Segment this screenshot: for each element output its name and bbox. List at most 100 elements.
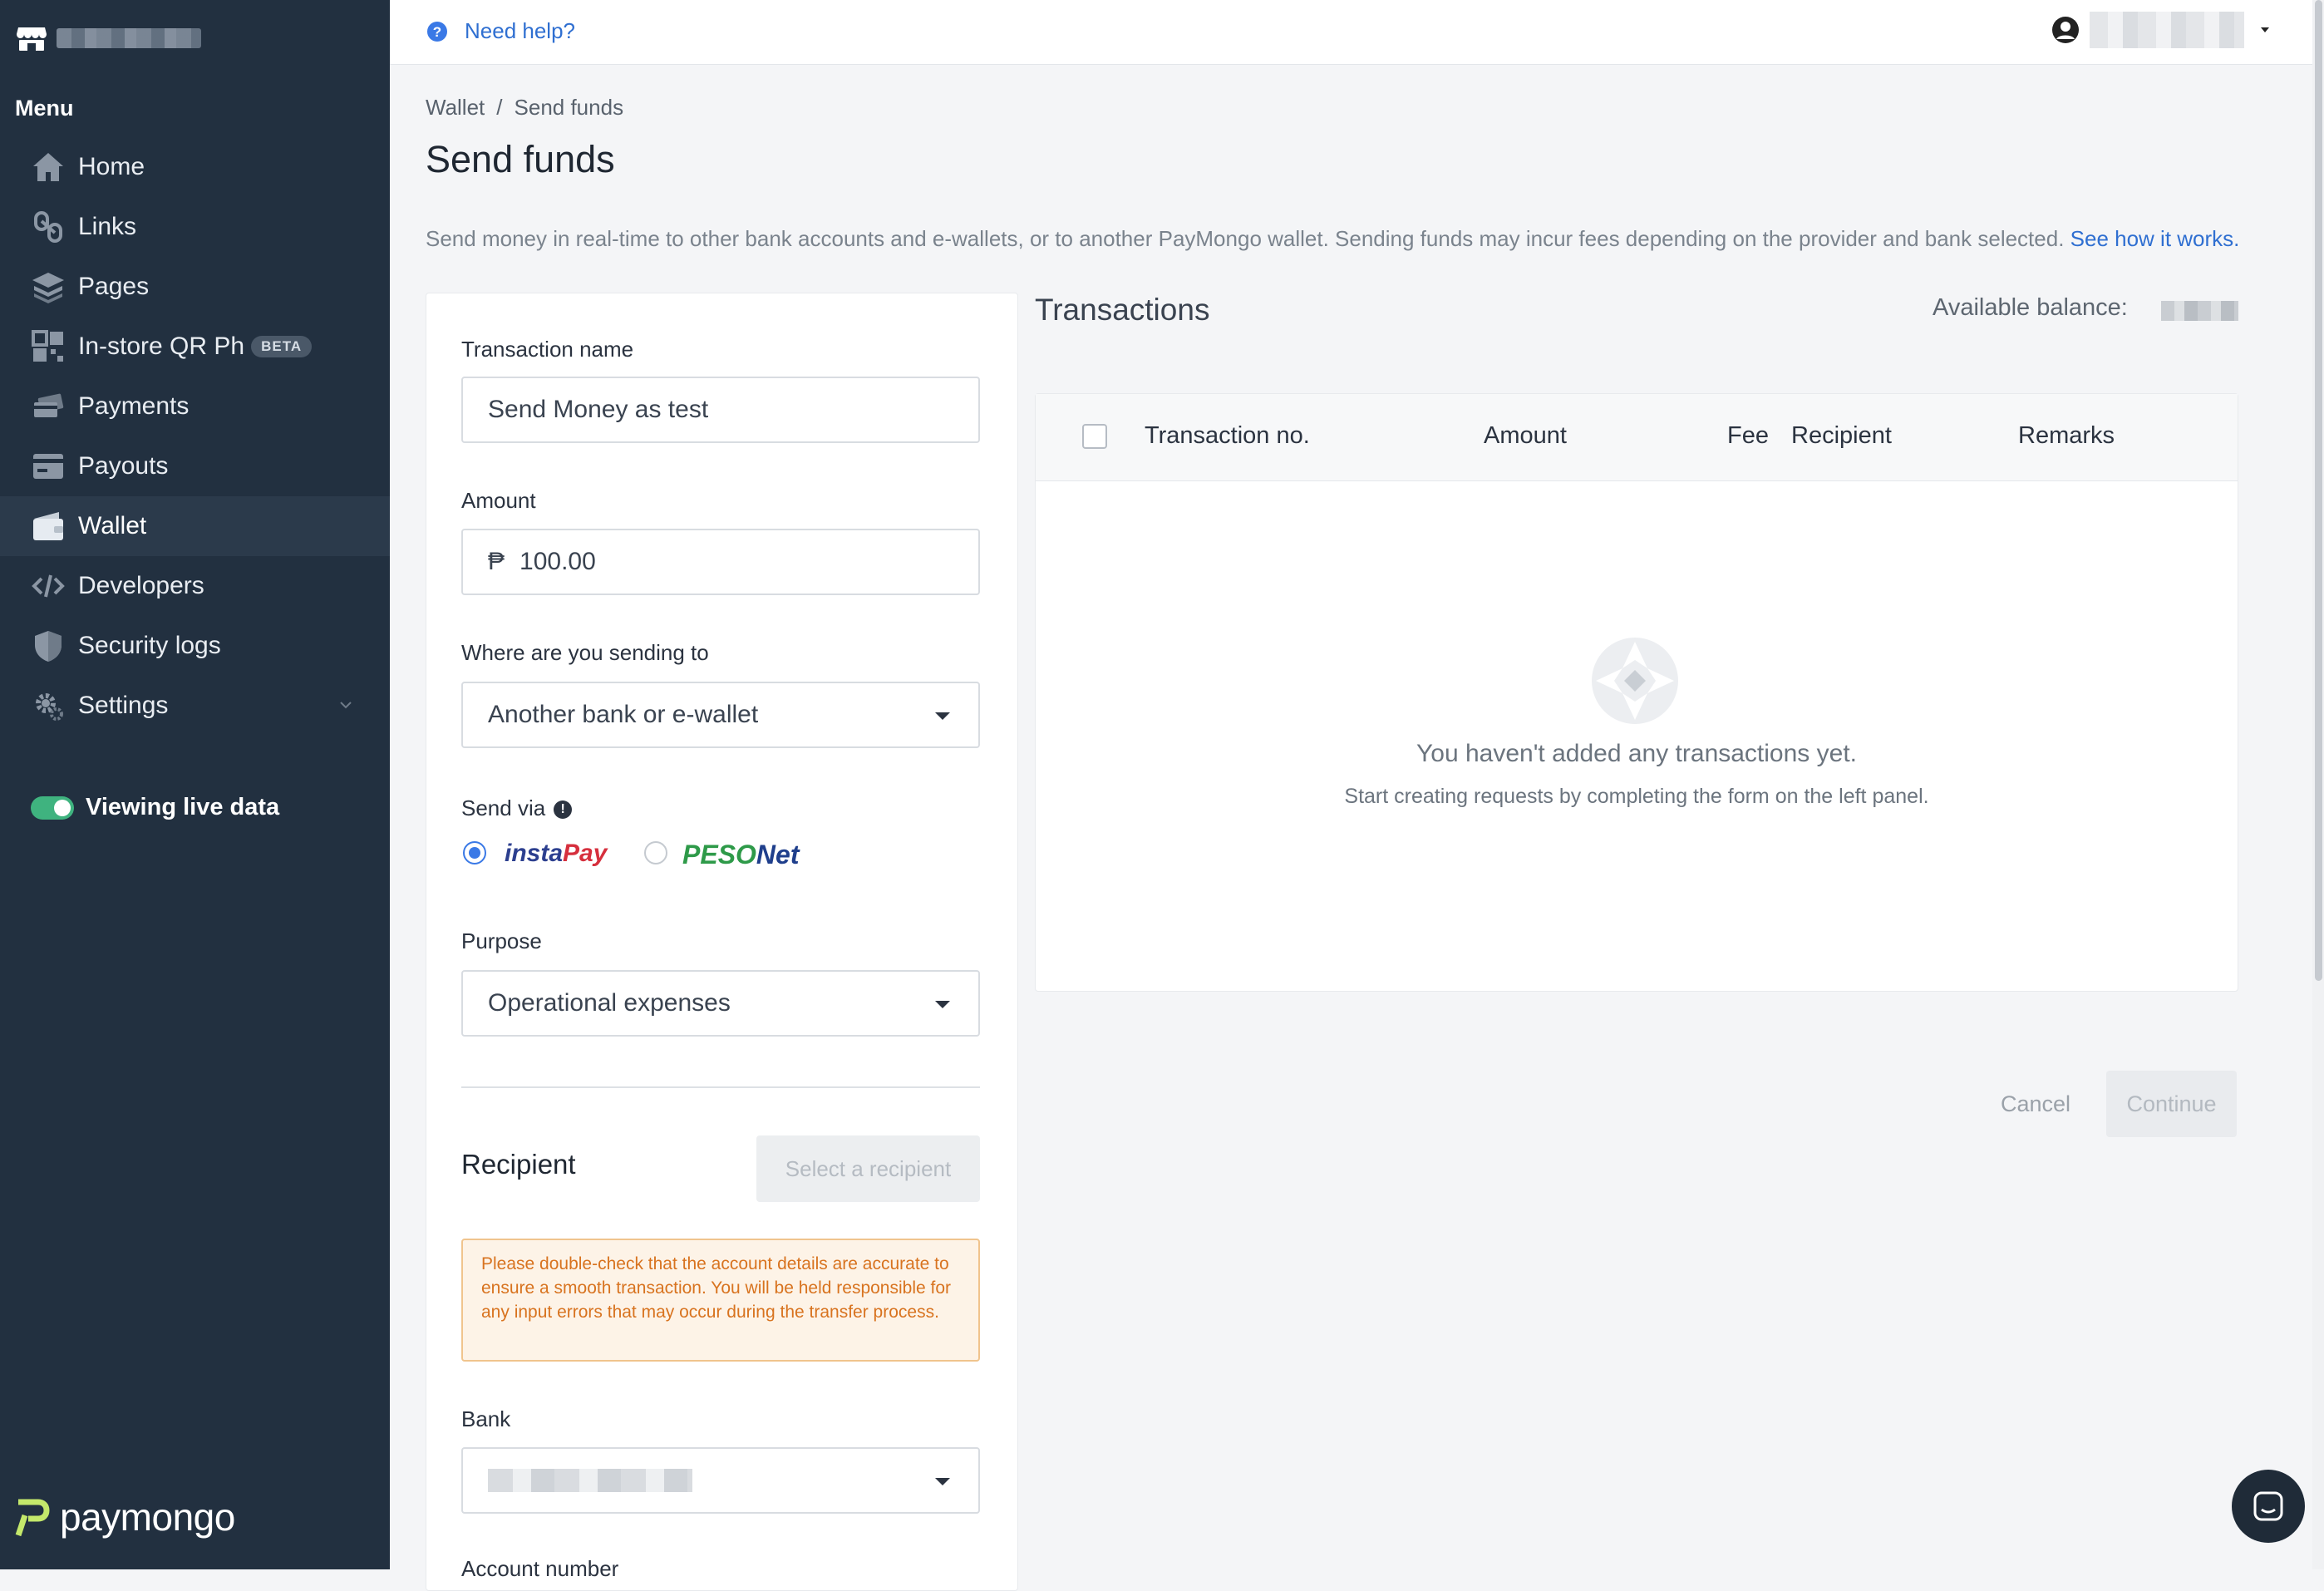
sidebar-nav: Home Links Pages In-store QR Ph BETA Pay… bbox=[0, 137, 390, 736]
sidebar-item-home[interactable]: Home bbox=[0, 137, 390, 197]
dropdown-arrow-icon bbox=[935, 712, 950, 720]
dropdown-arrow-icon bbox=[935, 1001, 950, 1008]
logo-text: paymongo bbox=[60, 1495, 235, 1539]
account-name-redacted bbox=[57, 28, 201, 48]
caret-down-icon bbox=[2261, 27, 2269, 32]
svg-text:?: ? bbox=[433, 24, 441, 40]
transaction-name-value: Send Money as test bbox=[488, 396, 709, 423]
sidebar-item-in-store-qr[interactable]: In-store QR Ph BETA bbox=[0, 317, 390, 377]
destination-select[interactable]: Another bank or e-wallet bbox=[461, 682, 980, 748]
table-header: Transaction no. Amount Fee Recipient Rem… bbox=[1036, 394, 2238, 481]
continue-button[interactable]: Continue bbox=[2106, 1071, 2237, 1137]
sidebar-item-settings[interactable]: Settings bbox=[0, 676, 390, 736]
top-bar: ? Need help? bbox=[390, 0, 2312, 65]
sidebar-item-label: Home bbox=[78, 153, 145, 180]
store-icon bbox=[17, 27, 47, 51]
sidebar-item-label: Wallet bbox=[78, 512, 147, 539]
see-how-it-works-link[interactable]: See how it works. bbox=[2070, 226, 2240, 251]
info-icon[interactable]: ! bbox=[554, 800, 573, 820]
send-via-label: Send via! bbox=[461, 796, 573, 821]
instapay-logo[interactable]: instaPay bbox=[505, 840, 607, 868]
shield-icon bbox=[30, 628, 66, 664]
bank-select[interactable] bbox=[461, 1447, 980, 1514]
need-help-label: Need help? bbox=[465, 18, 575, 43]
available-balance-redacted bbox=[2161, 301, 2238, 321]
instapay-radio[interactable] bbox=[463, 841, 486, 864]
amount-input[interactable]: ₱ 100.00 bbox=[461, 529, 980, 595]
links-icon bbox=[30, 209, 66, 245]
empty-state-subtitle: Start creating requests by completing th… bbox=[1344, 785, 1929, 808]
currency-symbol: ₱ bbox=[488, 548, 505, 575]
code-icon bbox=[30, 568, 66, 604]
support-chat-button[interactable] bbox=[2232, 1470, 2305, 1543]
bank-label: Bank bbox=[461, 1406, 511, 1431]
page-description: Send money in real-time to other bank ac… bbox=[426, 226, 2239, 252]
sidebar-item-developers[interactable]: Developers bbox=[0, 556, 390, 616]
menu-title: Menu bbox=[15, 96, 74, 121]
qr-icon bbox=[30, 328, 66, 365]
empty-state-title: You haven't added any transactions yet. bbox=[1416, 740, 1857, 767]
sidebar-item-label: Developers bbox=[78, 572, 204, 599]
chat-icon bbox=[2253, 1491, 2283, 1521]
sidebar-item-links[interactable]: Links bbox=[0, 197, 390, 257]
payouts-icon bbox=[30, 448, 66, 485]
transaction-name-input[interactable]: Send Money as test bbox=[461, 377, 980, 443]
sidebar-item-wallet[interactable]: Wallet bbox=[0, 496, 390, 556]
sidebar-item-security-logs[interactable]: Security logs bbox=[0, 616, 390, 676]
purpose-select[interactable]: Operational expenses bbox=[461, 970, 980, 1037]
transaction-name-label: Transaction name bbox=[461, 337, 634, 362]
column-recipient[interactable]: Recipient bbox=[1791, 422, 1892, 450]
breadcrumb-wallet[interactable]: Wallet bbox=[426, 95, 485, 120]
destination-value: Another bank or e-wallet bbox=[488, 701, 759, 728]
column-transaction-no[interactable]: Transaction no. bbox=[1145, 422, 1310, 450]
user-menu[interactable] bbox=[2051, 12, 2271, 48]
bank-value-redacted bbox=[488, 1469, 692, 1492]
sidebar-item-label: Settings bbox=[78, 692, 169, 719]
sidebar-item-pages[interactable]: Pages bbox=[0, 257, 390, 317]
chevron-down-icon bbox=[340, 702, 352, 709]
transactions-title: Transactions bbox=[1035, 293, 1210, 327]
column-fee[interactable]: Fee bbox=[1727, 422, 1769, 450]
breadcrumb-send-funds: Send funds bbox=[514, 95, 624, 120]
toggle-switch[interactable] bbox=[31, 796, 74, 820]
pesonet-part1: PESO bbox=[682, 840, 756, 869]
select-recipient-button[interactable]: Select a recipient bbox=[756, 1135, 980, 1202]
pesonet-radio[interactable] bbox=[644, 841, 667, 864]
scrollbar-thumb[interactable] bbox=[2315, 0, 2322, 981]
breadcrumb: Wallet / Send funds bbox=[426, 95, 624, 120]
live-data-toggle[interactable]: Viewing live data bbox=[31, 794, 279, 821]
pesonet-part2: Net bbox=[756, 840, 800, 869]
purpose-value: Operational expenses bbox=[488, 989, 731, 1017]
destination-label: Where are you sending to bbox=[461, 640, 709, 665]
amount-value: 100.00 bbox=[519, 548, 596, 575]
sidebar-item-label: Payments bbox=[78, 392, 190, 420]
select-all-checkbox[interactable] bbox=[1082, 424, 1107, 449]
user-name-redacted bbox=[2090, 12, 2244, 48]
page-title: Send funds bbox=[426, 138, 615, 180]
wallet-icon bbox=[30, 508, 66, 544]
live-data-label: Viewing live data bbox=[86, 794, 280, 820]
purpose-label: Purpose bbox=[461, 928, 542, 953]
account-switcher[interactable] bbox=[17, 22, 201, 55]
beta-badge: BETA bbox=[251, 336, 313, 357]
sidebar: Menu Home Links Pages In-store QR Ph BET… bbox=[0, 0, 390, 1569]
user-avatar-icon bbox=[2052, 17, 2079, 43]
sidebar-item-label: Pages bbox=[78, 273, 150, 300]
recipient-title: Recipient bbox=[461, 1149, 576, 1180]
column-remarks[interactable]: Remarks bbox=[2018, 422, 2115, 450]
pages-icon bbox=[30, 268, 66, 305]
column-amount[interactable]: Amount bbox=[1484, 422, 1567, 450]
instapay-part2: Pay bbox=[563, 840, 608, 867]
question-icon: ? bbox=[427, 21, 447, 42]
sidebar-item-payouts[interactable]: Payouts bbox=[0, 436, 390, 496]
transactions-table: Transaction no. Amount Fee Recipient Rem… bbox=[1035, 393, 2238, 992]
sidebar-item-label: Security logs bbox=[78, 632, 221, 659]
pesonet-logo[interactable]: PESONet bbox=[682, 840, 799, 870]
need-help-link[interactable]: ? Need help? bbox=[426, 18, 575, 44]
dropdown-arrow-icon bbox=[935, 1478, 950, 1485]
cancel-button[interactable]: Cancel bbox=[1982, 1071, 2090, 1137]
sidebar-item-label: In-store QR Ph bbox=[78, 332, 245, 360]
sidebar-item-payments[interactable]: Payments bbox=[0, 377, 390, 436]
account-warning: Please double-check that the account det… bbox=[461, 1239, 980, 1362]
gear-icon bbox=[30, 687, 66, 724]
